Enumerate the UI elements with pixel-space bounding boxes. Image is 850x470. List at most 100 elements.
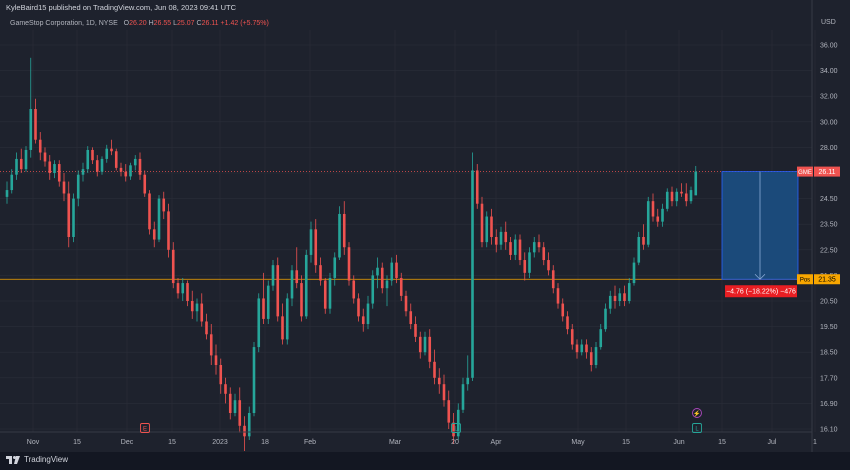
candle (461, 377, 465, 413)
price-tick: 22.50 (820, 247, 838, 254)
time-tick: May (571, 439, 585, 446)
candle-body (271, 265, 275, 286)
candle-body (637, 237, 641, 263)
candle (428, 329, 432, 369)
candle-body (494, 237, 498, 245)
candle (247, 406, 251, 440)
tradingview-logo[interactable]: TradingView (6, 455, 68, 464)
candle-body (15, 158, 18, 175)
chart-window: KyleBaird15 published on TradingView.com… (0, 0, 850, 470)
candle-body (34, 109, 37, 140)
candle-body (656, 216, 660, 222)
candle (133, 155, 137, 171)
candle (371, 270, 375, 309)
time-tick: Jul (768, 439, 777, 446)
candle (162, 191, 166, 220)
candle (5, 181, 9, 204)
event-marker-letter: ⚡ (693, 410, 700, 418)
candle (171, 242, 175, 289)
candle (689, 186, 693, 204)
candle (437, 368, 441, 394)
price-chart[interactable]: −4.76 (−18.22%) −476 USD 36.00 34.00 32.00 3… (0, 0, 850, 452)
candle-body (53, 164, 56, 173)
candle (285, 293, 289, 345)
candle-body (119, 167, 123, 172)
candle-body (319, 265, 322, 281)
candle (589, 347, 593, 372)
candle (314, 219, 318, 273)
candle (680, 183, 683, 197)
candle (157, 195, 161, 243)
candle-body (385, 280, 389, 289)
candle (238, 387, 242, 433)
time-tick: Dec (121, 439, 134, 446)
candle (518, 234, 522, 266)
candle (694, 165, 698, 196)
candle-body (623, 293, 626, 301)
candle (661, 203, 664, 227)
candle (390, 257, 394, 286)
candle (376, 257, 379, 289)
candle (333, 252, 337, 286)
candle (81, 162, 85, 182)
candle (304, 249, 308, 319)
candle (542, 242, 546, 266)
candle-body (675, 191, 679, 202)
candle-body (532, 242, 536, 253)
candle-body (323, 280, 327, 309)
candle-body (243, 425, 246, 437)
candle-body (72, 198, 75, 237)
tradingview-icon (6, 455, 20, 464)
candle-body (499, 231, 503, 245)
candle-body (414, 324, 417, 337)
candle (670, 186, 674, 207)
candle-body (513, 239, 517, 255)
candle-body (114, 151, 118, 168)
candle-body (24, 149, 28, 170)
candle (585, 339, 588, 359)
candle-body (380, 267, 384, 289)
candle (143, 170, 147, 197)
candle (599, 324, 603, 350)
candle-body (580, 344, 584, 353)
candle-body (100, 158, 104, 172)
candle (62, 173, 66, 202)
candle-body (366, 303, 370, 325)
candle (637, 231, 641, 266)
candle (57, 160, 61, 187)
candle-body (247, 413, 251, 437)
candle-body (67, 193, 71, 237)
candle (323, 277, 327, 314)
candle (395, 254, 398, 284)
candle (618, 288, 622, 307)
candle-body (148, 193, 151, 230)
candle (181, 277, 185, 301)
candle (580, 339, 584, 356)
candle-body (561, 303, 565, 317)
candle (547, 252, 550, 276)
candle-body (124, 171, 128, 177)
candle (300, 275, 303, 322)
candle-body (428, 336, 432, 362)
candle-body (442, 384, 446, 401)
candle (399, 272, 403, 301)
candle-body (670, 191, 674, 202)
candle-body (589, 352, 593, 365)
candle-body (604, 308, 607, 330)
candle (433, 349, 436, 385)
measure-box: −4.76 (−18.22%) −476 (721, 171, 799, 298)
candle-body (162, 198, 166, 212)
target-price-tag-value: 21.35 (818, 277, 836, 284)
event-marker-earnings: E (140, 423, 150, 433)
time-tick: Feb (304, 439, 316, 446)
event-marker-split: L (692, 423, 702, 433)
candle-body (618, 293, 622, 301)
candle (480, 196, 484, 248)
candle (442, 374, 446, 407)
candle-body (471, 170, 474, 378)
candle (176, 277, 180, 299)
candle (556, 283, 560, 309)
candle-body (186, 283, 189, 301)
candle (290, 265, 294, 307)
candle-body (281, 316, 284, 340)
